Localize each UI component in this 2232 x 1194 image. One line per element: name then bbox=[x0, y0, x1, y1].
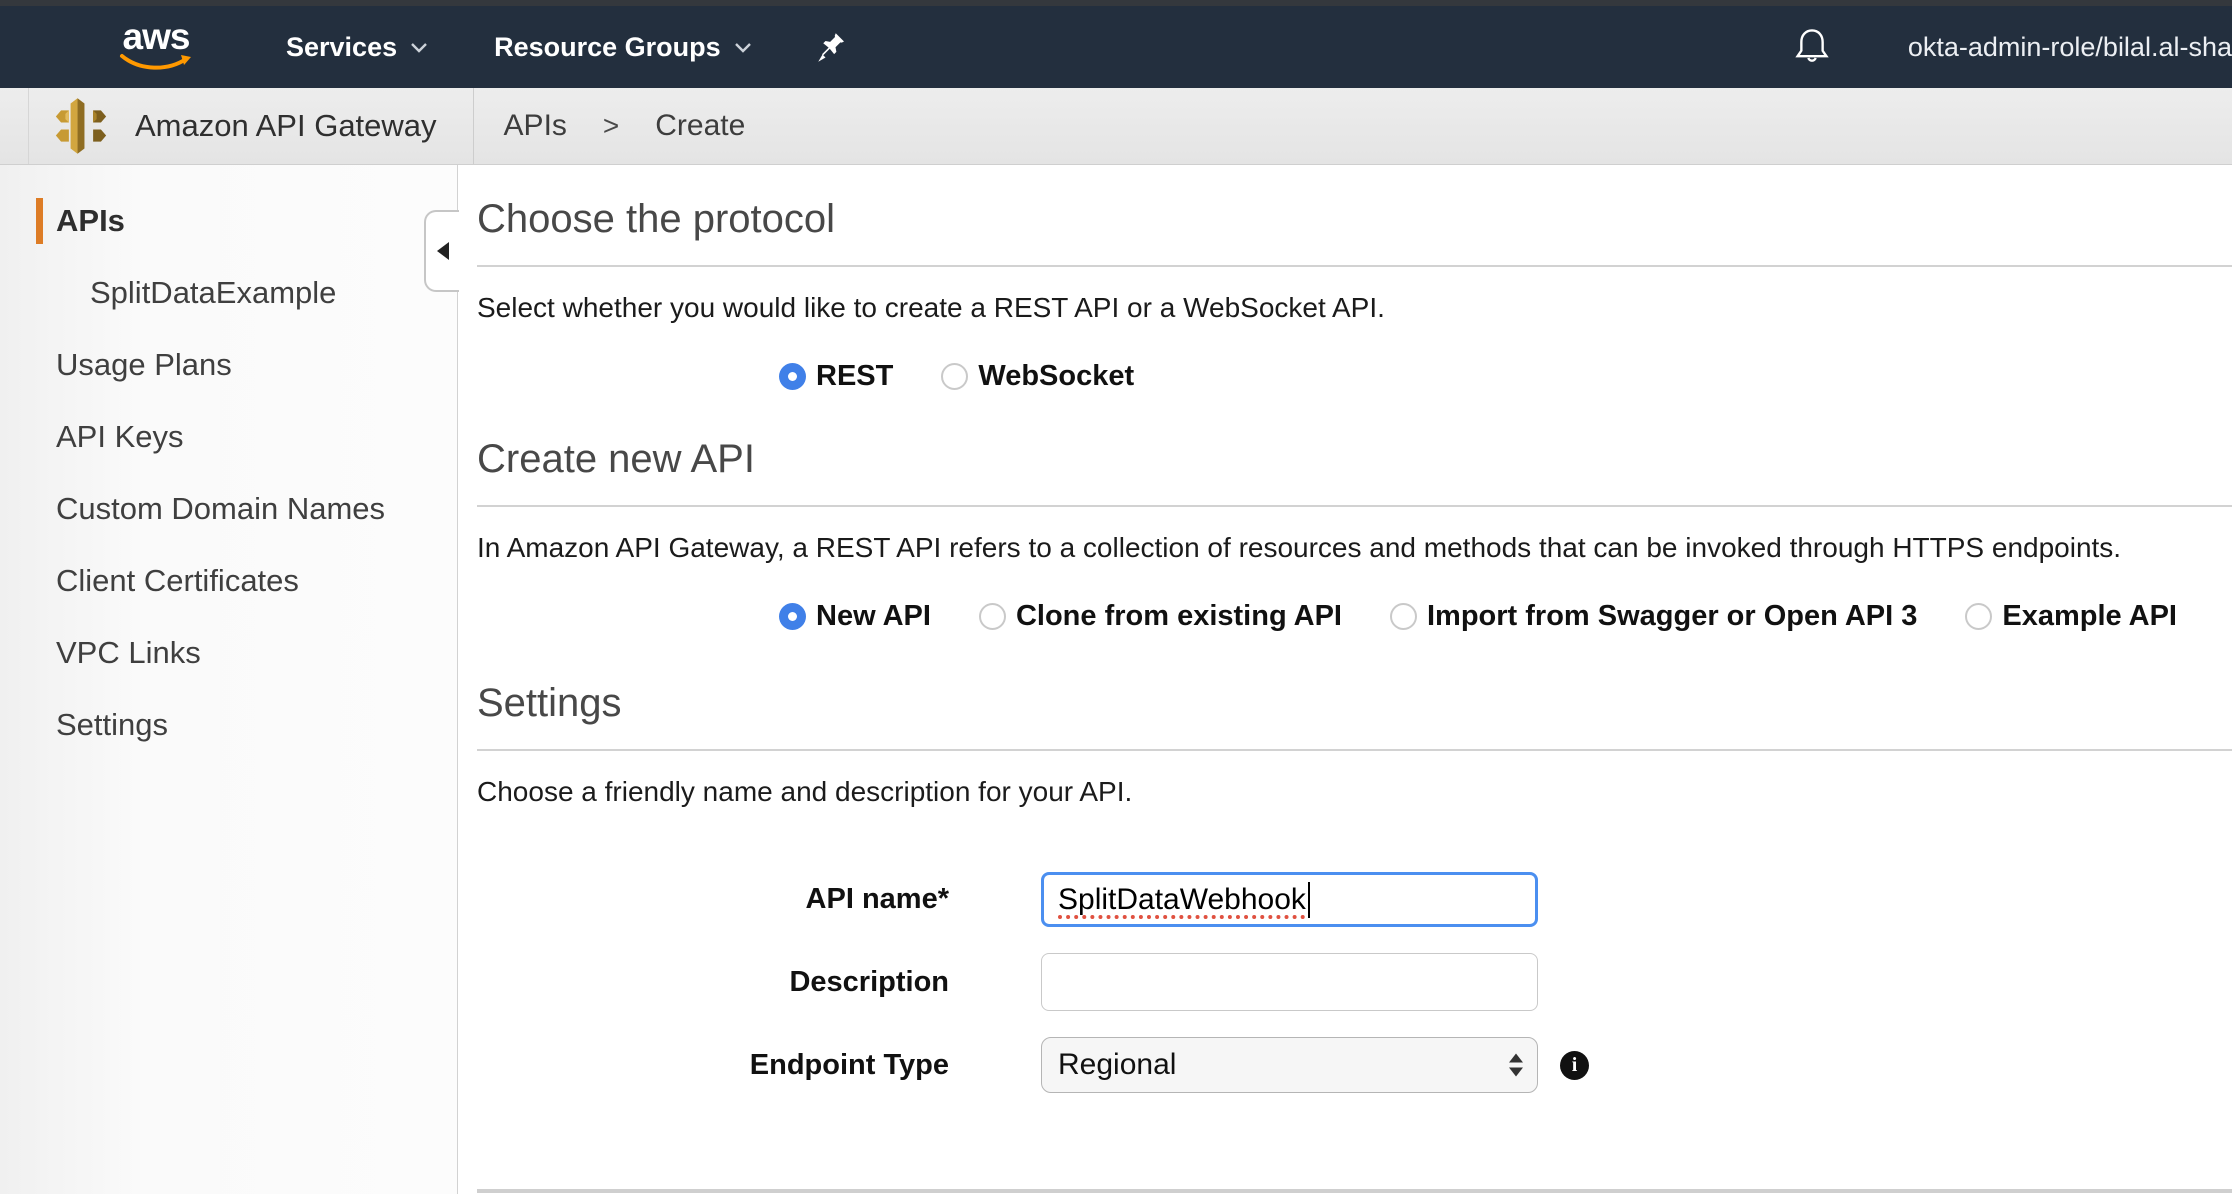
radio-selected-icon[interactable] bbox=[779, 603, 806, 630]
aws-logo-text: aws bbox=[123, 21, 190, 53]
aws-logo[interactable]: aws bbox=[118, 21, 194, 73]
collapse-left-icon bbox=[437, 242, 449, 260]
radio-option-new-api[interactable]: New API bbox=[779, 600, 931, 633]
section-divider bbox=[477, 265, 2232, 267]
subheader-divider bbox=[473, 88, 474, 164]
endpoint-type-select[interactable]: Regional bbox=[1041, 1037, 1538, 1093]
sidebar-item-label: VPC Links bbox=[56, 635, 201, 671]
protocol-section-title: Choose the protocol bbox=[477, 195, 2232, 243]
breadcrumb: APIs > Create bbox=[504, 109, 746, 143]
aws-smile-icon bbox=[118, 53, 194, 73]
radio-selected-icon[interactable] bbox=[779, 363, 806, 390]
pin-shortcut-button[interactable] bbox=[816, 31, 846, 64]
user-account-menu[interactable]: okta-admin-role/bilal.al-sha bbox=[1908, 32, 2232, 63]
api-name-label: API name* bbox=[477, 883, 949, 916]
section-divider bbox=[477, 505, 2232, 507]
api-gateway-icon bbox=[55, 98, 107, 154]
endpoint-type-label: Endpoint Type bbox=[477, 1049, 949, 1082]
description-label: Description bbox=[477, 966, 949, 999]
api-name-input[interactable]: SplitDataWebhook bbox=[1041, 872, 1538, 927]
create-section-description: In Amazon API Gateway, a REST API refers… bbox=[477, 532, 2232, 564]
radio-option-label: Import from Swagger or Open API 3 bbox=[1427, 600, 1917, 633]
sidebar-item-label: APIs bbox=[56, 203, 125, 239]
breadcrumb-separator: > bbox=[603, 110, 619, 142]
bottom-divider bbox=[477, 1189, 2232, 1193]
radio-option-label: WebSocket bbox=[978, 360, 1134, 393]
nav-services-label: Services bbox=[286, 32, 397, 63]
chevron-down-icon bbox=[410, 42, 428, 53]
radio-option-label: Example API bbox=[2002, 600, 2177, 633]
endpoint-type-value: Regional bbox=[1058, 1048, 1176, 1082]
sidebar-item-splitdataexample[interactable]: SplitDataExample bbox=[0, 257, 457, 329]
active-indicator-bar bbox=[36, 198, 43, 244]
sidebar-item-custom-domain-names[interactable]: Custom Domain Names bbox=[0, 473, 457, 545]
create-section-title: Create new API bbox=[477, 435, 2232, 483]
text-cursor bbox=[1308, 882, 1310, 918]
navbar-right-group: okta-admin-role/bilal.al-sha bbox=[1792, 26, 2232, 68]
sidebar-item-usage-plans[interactable]: Usage Plans bbox=[0, 329, 457, 401]
breadcrumb-apis-link[interactable]: APIs bbox=[504, 109, 567, 143]
service-home-link[interactable]: Amazon API Gateway bbox=[29, 98, 437, 154]
select-stepper-icon bbox=[1509, 1054, 1523, 1077]
nav-services-menu[interactable]: Services bbox=[286, 32, 428, 63]
radio-unselected-icon[interactable] bbox=[1390, 603, 1417, 630]
endpoint-type-row: Endpoint Type Regional i bbox=[477, 1037, 2232, 1093]
sidebar-item-label: Custom Domain Names bbox=[56, 491, 385, 527]
radio-unselected-icon[interactable] bbox=[1965, 603, 1992, 630]
info-icon[interactable]: i bbox=[1560, 1051, 1589, 1080]
aws-navbar: aws Services Resource Groups okta-ad bbox=[0, 6, 2232, 88]
radio-unselected-icon[interactable] bbox=[979, 603, 1006, 630]
service-title-label: Amazon API Gateway bbox=[135, 108, 437, 144]
sidebar-item-apis[interactable]: APIs bbox=[0, 185, 457, 257]
notifications-button[interactable] bbox=[1792, 26, 1832, 68]
api-name-row: API name* SplitDataWebhook bbox=[477, 872, 2232, 927]
sidebar-collapse-button[interactable] bbox=[424, 210, 459, 292]
radio-option-label: New API bbox=[816, 600, 931, 633]
api-name-value: SplitDataWebhook bbox=[1058, 883, 1306, 917]
breadcrumb-current-page: Create bbox=[655, 109, 745, 143]
sidebar-item-client-certificates[interactable]: Client Certificates bbox=[0, 545, 457, 617]
sidebar-item-label: Usage Plans bbox=[56, 347, 232, 383]
notification-bell-icon bbox=[1792, 26, 1832, 68]
radio-option-websocket[interactable]: WebSocket bbox=[941, 360, 1134, 393]
radio-option-clone-api[interactable]: Clone from existing API bbox=[979, 600, 1342, 633]
content-area: APIs SplitDataExample Usage Plans API Ke… bbox=[0, 165, 2232, 1194]
radio-option-example-api[interactable]: Example API bbox=[1965, 600, 2177, 633]
settings-section-title: Settings bbox=[477, 679, 2232, 727]
settings-form: API name* SplitDataWebhook Description bbox=[477, 872, 2232, 1093]
sidebar-item-label: Settings bbox=[56, 707, 168, 743]
sidebar: APIs SplitDataExample Usage Plans API Ke… bbox=[0, 165, 458, 1194]
radio-option-import-swagger[interactable]: Import from Swagger or Open API 3 bbox=[1390, 600, 1917, 633]
sidebar-item-label: SplitDataExample bbox=[90, 275, 336, 311]
sidebar-item-label: API Keys bbox=[56, 419, 184, 455]
sidebar-item-label: Client Certificates bbox=[56, 563, 299, 599]
nav-resource-groups-menu[interactable]: Resource Groups bbox=[494, 32, 752, 63]
pushpin-icon bbox=[816, 31, 846, 64]
description-input[interactable] bbox=[1041, 953, 1538, 1011]
service-subheader: Amazon API Gateway APIs > Create bbox=[0, 88, 2232, 165]
description-row: Description bbox=[477, 953, 2232, 1011]
radio-option-rest[interactable]: REST bbox=[779, 360, 893, 393]
section-divider bbox=[477, 749, 2232, 751]
subheader-gutter bbox=[0, 88, 29, 164]
radio-option-label: Clone from existing API bbox=[1016, 600, 1342, 633]
settings-section-description: Choose a friendly name and description f… bbox=[477, 776, 2232, 808]
chevron-down-icon bbox=[734, 42, 752, 53]
nav-resource-groups-label: Resource Groups bbox=[494, 32, 721, 63]
radio-option-label: REST bbox=[816, 360, 893, 393]
sidebar-item-vpc-links[interactable]: VPC Links bbox=[0, 617, 457, 689]
protocol-radio-group: REST WebSocket bbox=[779, 360, 2232, 393]
sidebar-item-api-keys[interactable]: API Keys bbox=[0, 401, 457, 473]
radio-unselected-icon[interactable] bbox=[941, 363, 968, 390]
sidebar-item-settings[interactable]: Settings bbox=[0, 689, 457, 761]
create-api-radio-group: New API Clone from existing API Import f… bbox=[779, 600, 2232, 633]
main-panel: Choose the protocol Select whether you w… bbox=[458, 165, 2232, 1194]
protocol-section-description: Select whether you would like to create … bbox=[477, 292, 2232, 324]
